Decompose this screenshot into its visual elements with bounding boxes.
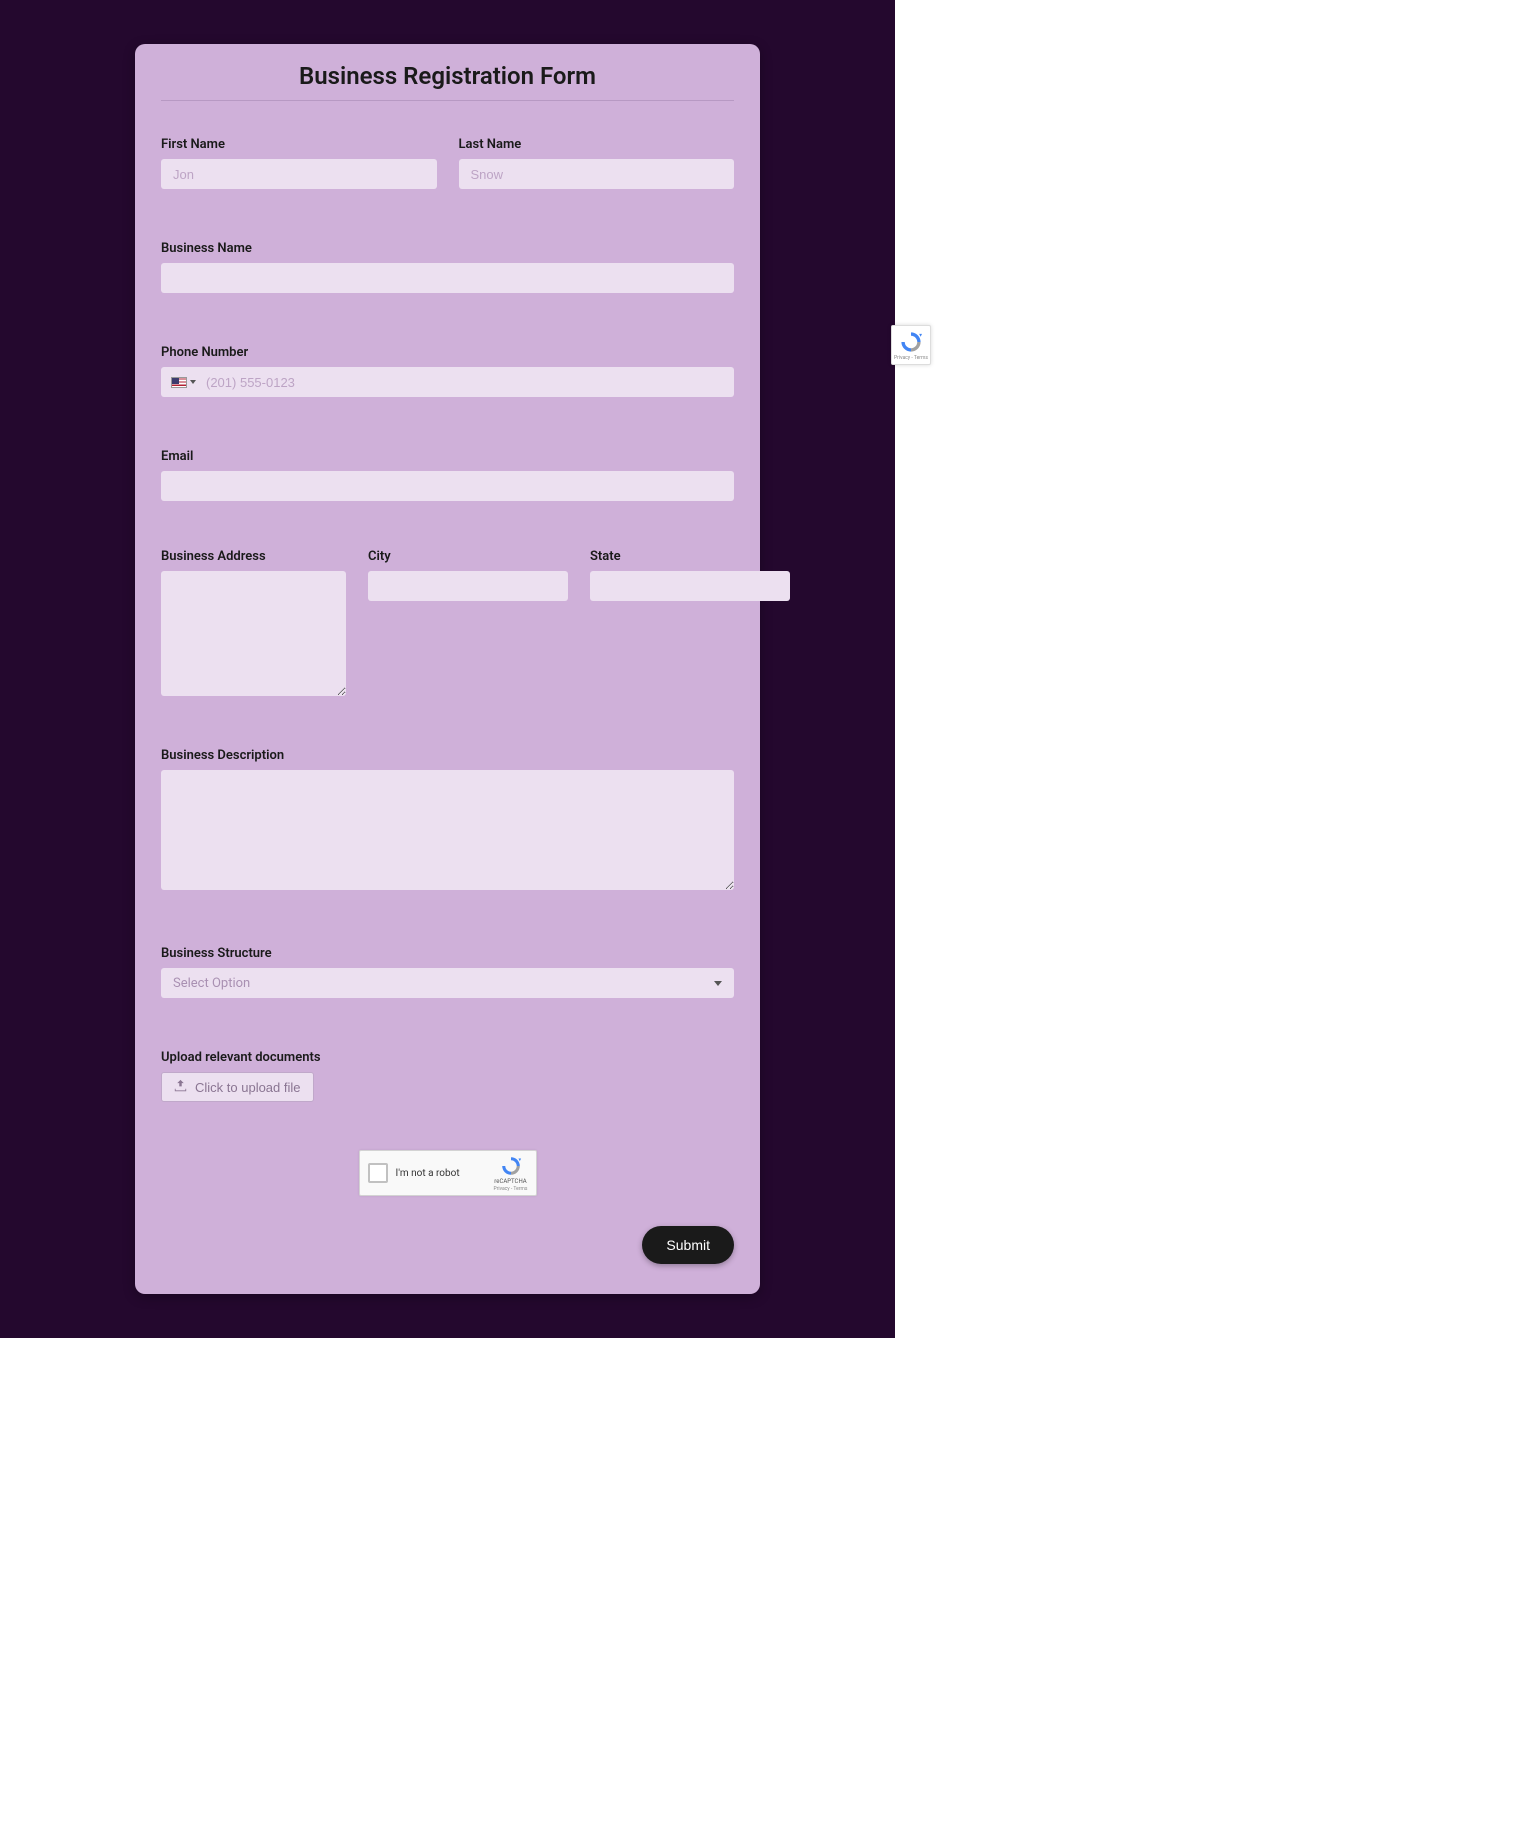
state-input[interactable]	[590, 571, 790, 601]
address-row: Business Address City State	[161, 549, 734, 696]
phone-group: Phone Number	[161, 341, 734, 397]
recaptcha-checkbox[interactable]	[368, 1163, 388, 1183]
caret-down-icon	[714, 981, 722, 986]
recaptcha-badge[interactable]: Privacy - Terms	[891, 325, 931, 365]
email-input[interactable]	[161, 471, 734, 501]
recaptcha-label: I'm not a robot	[396, 1168, 486, 1179]
last-name-input[interactable]	[459, 159, 735, 189]
phone-input[interactable]	[200, 375, 728, 390]
upload-button[interactable]: Click to upload file	[161, 1072, 314, 1102]
submit-row: Submit	[161, 1226, 734, 1264]
first-name-group: First Name	[161, 137, 437, 189]
business-description-group: Business Description	[161, 744, 734, 894]
email-label: Email	[161, 449, 193, 464]
business-name-group: Business Name	[161, 237, 734, 293]
business-name-label: Business Name	[161, 241, 252, 256]
recaptcha-logo-icon	[899, 330, 923, 354]
upload-button-label: Click to upload file	[195, 1080, 301, 1095]
page-background: Business Registration Form First Name La…	[0, 0, 895, 1338]
name-row: First Name Last Name	[161, 137, 734, 189]
business-description-input[interactable]	[161, 770, 734, 890]
business-structure-group: Business Structure Select Option	[161, 942, 734, 998]
last-name-group: Last Name	[459, 137, 735, 189]
recaptcha-brand-text: reCAPTCHA	[494, 1178, 526, 1185]
first-name-label: First Name	[161, 137, 437, 152]
caret-down-icon	[190, 380, 196, 384]
recaptcha-terms-text: Privacy - Terms	[494, 1186, 528, 1192]
upload-group: Upload relevant documents Click to uploa…	[161, 1046, 734, 1102]
city-group: City	[368, 549, 568, 601]
email-group: Email	[161, 445, 734, 501]
upload-icon	[174, 1079, 187, 1095]
submit-button[interactable]: Submit	[642, 1226, 734, 1264]
us-flag-icon	[171, 377, 187, 388]
first-name-input[interactable]	[161, 159, 437, 189]
business-address-input[interactable]	[161, 571, 346, 696]
business-name-input[interactable]	[161, 263, 734, 293]
recaptcha-branding: reCAPTCHA Privacy - Terms	[494, 1155, 528, 1192]
phone-label: Phone Number	[161, 345, 248, 360]
form-title: Business Registration Form	[161, 62, 734, 101]
city-label: City	[368, 549, 568, 564]
business-address-label: Business Address	[161, 549, 346, 564]
state-group: State	[590, 549, 790, 601]
city-input[interactable]	[368, 571, 568, 601]
recaptcha-badge-terms: Privacy - Terms	[894, 355, 928, 361]
business-structure-placeholder: Select Option	[173, 976, 714, 991]
state-label: State	[590, 549, 790, 564]
business-structure-label: Business Structure	[161, 946, 272, 961]
business-description-label: Business Description	[161, 748, 284, 763]
phone-input-wrap	[161, 367, 734, 397]
upload-label: Upload relevant documents	[161, 1050, 321, 1065]
phone-country-button[interactable]	[167, 377, 200, 388]
last-name-label: Last Name	[459, 137, 735, 152]
business-address-group: Business Address	[161, 549, 346, 696]
business-structure-select[interactable]: Select Option	[161, 968, 734, 998]
form-card: Business Registration Form First Name La…	[135, 44, 760, 1294]
recaptcha-widget[interactable]: I'm not a robot reCAPTCHA Privacy - Term…	[359, 1150, 537, 1196]
recaptcha-logo-icon	[500, 1155, 522, 1177]
